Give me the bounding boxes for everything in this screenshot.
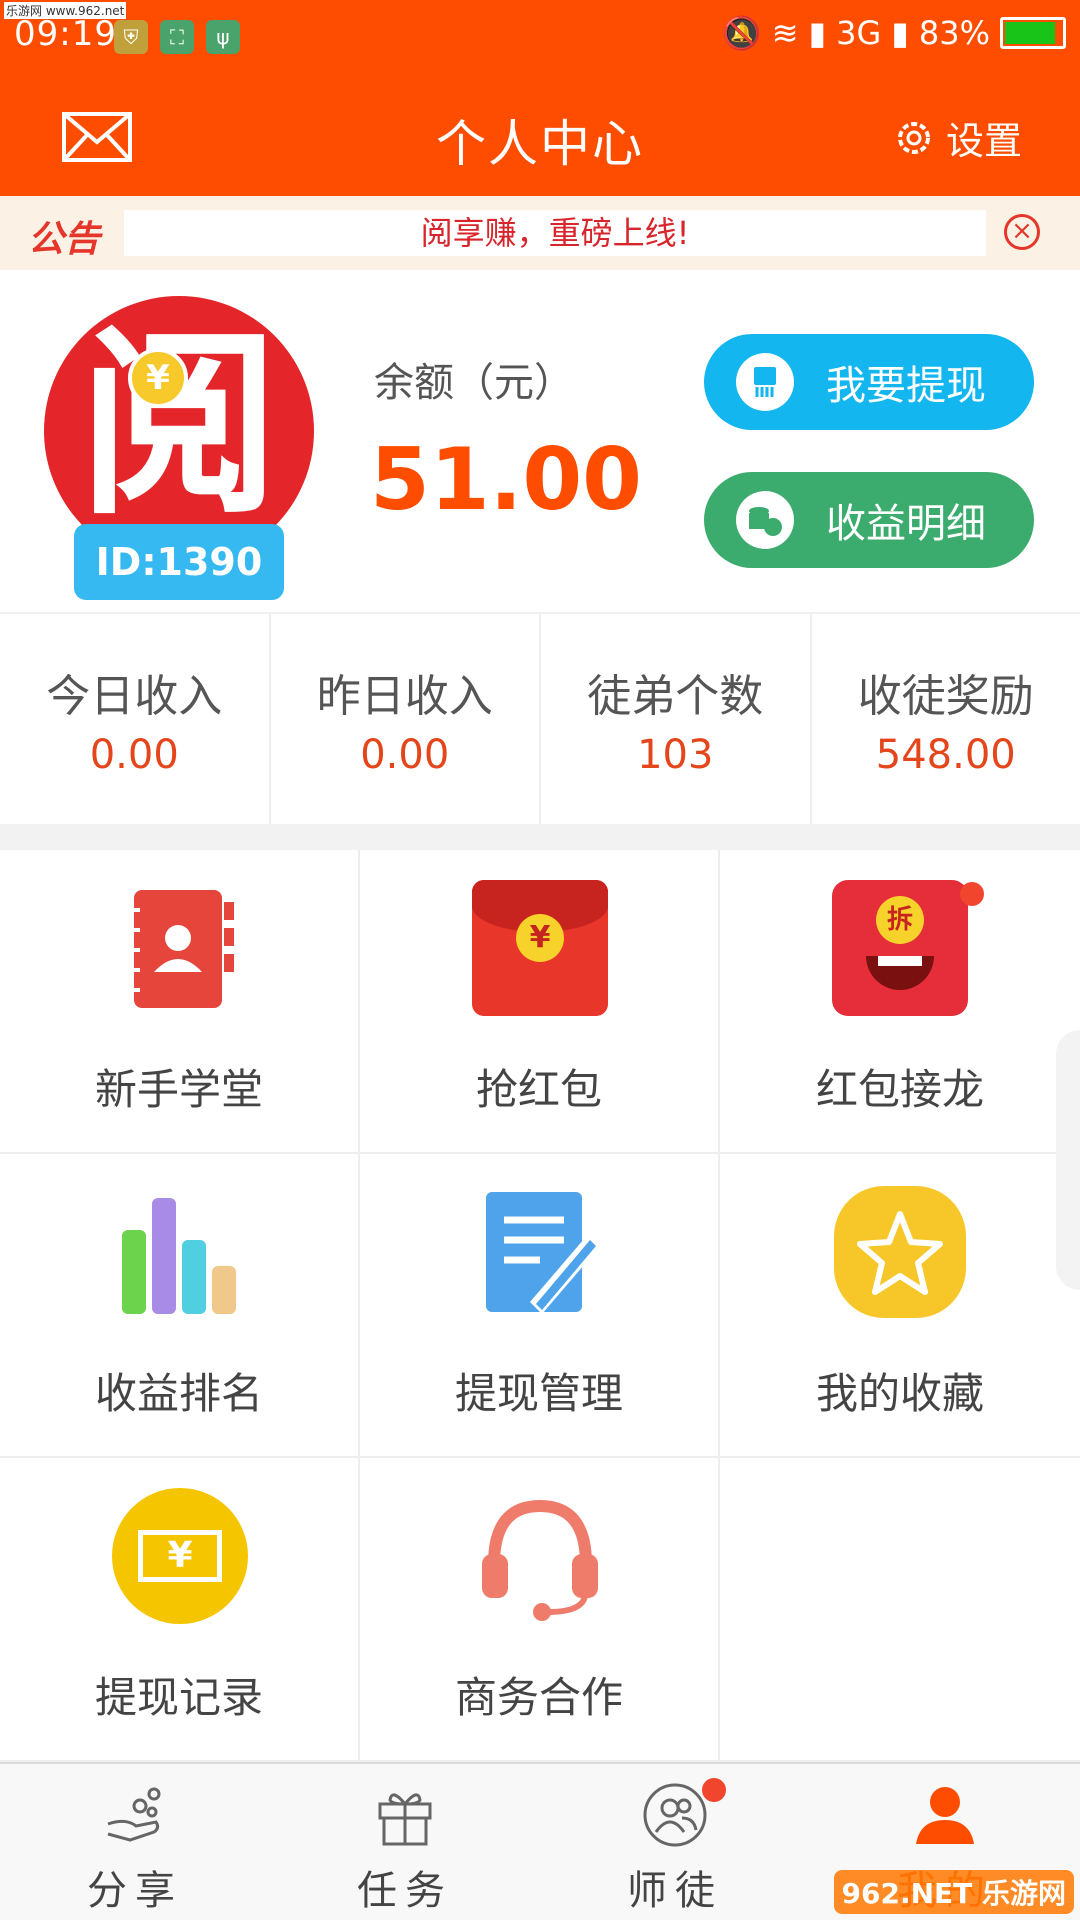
stat-value: 0.00 (360, 732, 450, 778)
stats-row: 今日收入 0.00 昨日收入 0.00 徒弟个数 103 收徒奖励 548.00 (0, 614, 1080, 824)
earnings-detail-button[interactable]: 收益明细 (704, 472, 1034, 568)
notice-text: 阅享赚，重磅上线! (420, 214, 690, 252)
grid-item-business-coop[interactable]: 商务合作 (360, 1458, 720, 1762)
star-icon (834, 1186, 966, 1318)
grid-item-label: 抢红包 (475, 1065, 602, 1114)
stat-value: 0.00 (89, 732, 179, 778)
grid-item-beginner-school[interactable]: 新手学堂 (0, 850, 360, 1154)
avatar-logo-char: 阅 (78, 309, 279, 542)
stat-label: 今日收入 (46, 671, 223, 722)
stat-yesterday-income[interactable]: 昨日收入 0.00 (271, 614, 541, 824)
battery-percent: 83% (918, 14, 990, 52)
edit-doc-icon (486, 1192, 602, 1314)
withdraw-button[interactable]: 我要提现 (704, 334, 1034, 430)
usb-icon: ψ (206, 20, 240, 54)
grid-item-earnings-rank[interactable]: 收益排名 (0, 1154, 360, 1458)
grid-item-my-favorites[interactable]: 我的收藏 (720, 1154, 1080, 1458)
detail-label: 收益明细 (826, 501, 986, 547)
user-id-badge: ID:1390 (74, 524, 284, 600)
stat-label: 收徒奖励 (857, 671, 1034, 722)
section-divider (0, 824, 1080, 850)
bar-chart-icon (122, 1198, 236, 1314)
yen-glyph: ¥ (167, 1535, 193, 1576)
cash-icon: ¥ (112, 1488, 248, 1624)
tab-label: 分享 (87, 1868, 183, 1914)
feature-grid: 新手学堂 ¥ 抢红包 拆 红包接龙 收益排名 提现管理 我的收藏 ¥ 提现记录 … (0, 850, 1080, 1762)
withdraw-label: 我要提现 (826, 363, 986, 409)
balance-value: 51.00 (370, 430, 643, 530)
stat-value: 103 (637, 732, 714, 778)
grid-item-envelope-relay[interactable]: 拆 红包接龙 (720, 850, 1080, 1154)
notebook-icon (128, 890, 234, 1008)
notification-dot (960, 882, 984, 906)
settings-button[interactable]: 设置 (892, 110, 1022, 165)
status-right: 🔕 ≋ ▮ 3G ▮ 83% (722, 14, 1066, 52)
mute-icon: 🔕 (721, 14, 762, 52)
network-type: 3G (836, 14, 882, 52)
stat-label: 徒弟个数 (587, 671, 764, 722)
person-icon (916, 1787, 974, 1844)
grid-item-withdraw-manage[interactable]: 提现管理 (360, 1154, 720, 1458)
side-drawer-handle[interactable] (1056, 1030, 1080, 1290)
headset-icon (482, 1499, 598, 1621)
tab-label: 师徒 (627, 1868, 723, 1914)
stat-apprentice-reward[interactable]: 收徒奖励 548.00 (812, 614, 1080, 824)
notice-tag: 公告 (28, 219, 101, 260)
red-envelope-icon: ¥ (472, 880, 608, 1016)
stat-value: 548.00 (875, 732, 1016, 778)
screenshot-icon: ⛶ (160, 20, 194, 54)
stat-today-income[interactable]: 今日收入 0.00 (0, 614, 271, 824)
corner-watermark: 962.NET 乐游网 (833, 1870, 1074, 1914)
tab-label: 任务 (357, 1868, 453, 1914)
watermark-text: 乐游网 www.962.net (4, 2, 127, 19)
shield-icon: ⛨ (114, 20, 148, 54)
open-glyph: 拆 (876, 896, 924, 944)
notice-box[interactable]: 阅享赚，重磅上线! (124, 210, 986, 256)
stat-apprentice-count[interactable]: 徒弟个数 103 (541, 614, 812, 824)
signal-icon: ▮ (808, 14, 827, 52)
profile-section: 阅 ¥ ID:1390 余额（元） 51.00 我要提现 收益明细 (0, 270, 1080, 614)
coins-icon (736, 491, 794, 549)
wallet-icon (736, 353, 794, 411)
grid-item-label: 提现管理 (454, 1369, 623, 1418)
app-header: 个人中心 设置 (0, 76, 1080, 196)
coin-icon: ¥ (128, 348, 188, 408)
grid-item-grab-red-envelope[interactable]: ¥ 抢红包 (360, 850, 720, 1154)
gear-icon (897, 121, 930, 154)
stat-label: 昨日收入 (316, 671, 493, 722)
gift-icon (378, 1793, 432, 1846)
grid-item-label: 新手学堂 (94, 1065, 263, 1114)
grid-item-label: 商务合作 (454, 1673, 623, 1722)
battery-icon (1000, 17, 1066, 49)
close-icon[interactable]: × (1004, 214, 1040, 250)
grid-empty-cell (720, 1458, 1080, 1762)
yen-glyph: ¥ (516, 914, 564, 962)
share-icon (107, 1787, 161, 1842)
settings-label: 设置 (945, 119, 1022, 163)
balance-label: 余额（元） (374, 360, 574, 406)
notice-bar: 公告 阅享赚，重磅上线! × (0, 196, 1080, 270)
tab-mentor[interactable]: 师徒 (540, 1764, 810, 1920)
signal-icon: ▮ (891, 14, 909, 52)
wifi-icon: ≋ (771, 14, 799, 52)
grid-item-label: 我的收藏 (815, 1369, 984, 1418)
tab-tasks[interactable]: 任务 (270, 1764, 726, 1920)
grid-item-withdraw-record[interactable]: ¥ 提现记录 (0, 1458, 360, 1762)
status-time: 09:19 (14, 14, 117, 54)
open-envelope-icon: 拆 (832, 880, 968, 1016)
status-bar: 09:19 ⛨ ⛶ ψ 🔕 ≋ ▮ 3G ▮ 83% (0, 0, 1080, 76)
people-icon (643, 1783, 707, 1847)
grid-item-label: 红包接龙 (815, 1065, 984, 1114)
grid-item-label: 提现记录 (94, 1673, 263, 1722)
grid-item-label: 收益排名 (94, 1369, 263, 1418)
tab-share[interactable]: 分享 (0, 1764, 270, 1920)
